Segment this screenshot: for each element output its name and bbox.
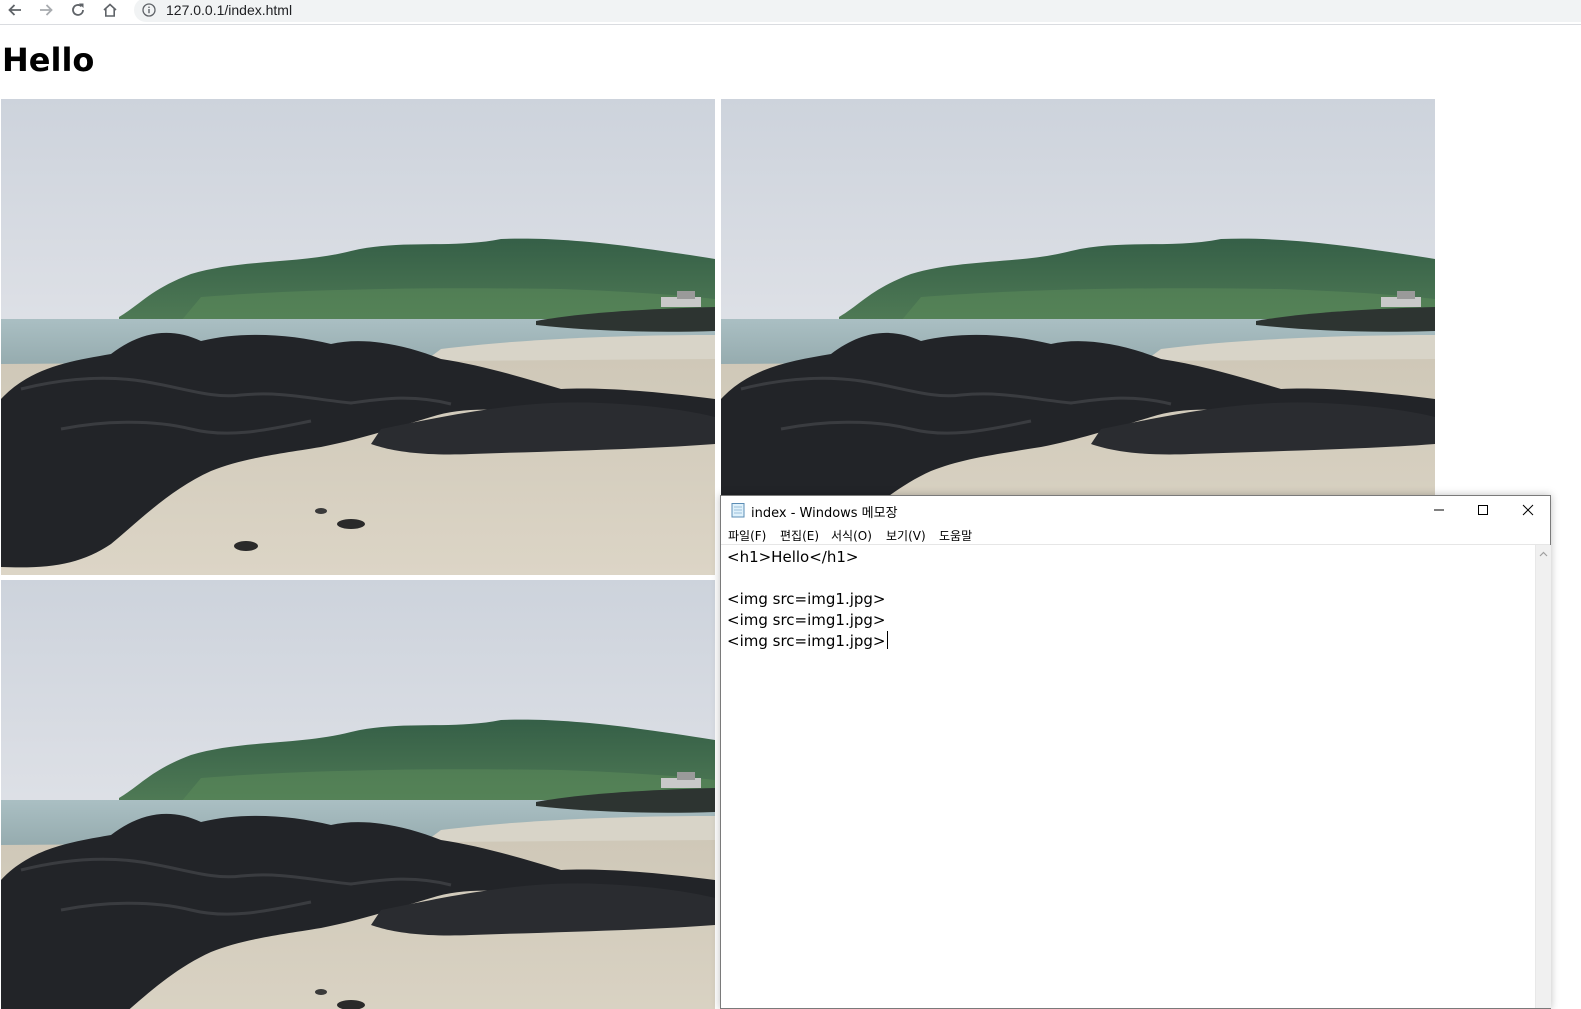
chevron-up-icon xyxy=(1539,551,1548,556)
reload-button[interactable] xyxy=(67,0,89,20)
notepad-window[interactable]: index - Windows 메모장 파일(F) 편집(E) 서식(O) 보기… xyxy=(720,495,1551,1009)
minimize-icon xyxy=(1434,509,1444,511)
menu-view[interactable]: 보기(V) xyxy=(886,527,926,544)
notepad-app-icon xyxy=(731,503,745,518)
address-bar[interactable]: 127.0.0.1/index.html xyxy=(134,0,1581,22)
menu-file[interactable]: 파일(F) xyxy=(728,527,766,544)
reload-icon xyxy=(72,3,84,16)
menu-help[interactable]: 도움말 xyxy=(939,527,972,544)
maximize-icon xyxy=(1478,505,1488,515)
page-heading: Hello xyxy=(2,41,95,79)
landscape-image-1 xyxy=(1,99,715,575)
notepad-titlebar[interactable]: index - Windows 메모장 xyxy=(721,496,1550,524)
back-button[interactable] xyxy=(4,0,26,20)
text-caret xyxy=(886,631,888,649)
info-icon[interactable] xyxy=(142,3,156,17)
notepad-text-area[interactable]: <h1>Hello</h1> <img src=img1.jpg> <img s… xyxy=(721,545,1535,1008)
editor-line-text: <img src=img1.jpg> xyxy=(727,632,886,650)
editor-line: <img src=img1.jpg> xyxy=(727,611,886,629)
editor-line: <h1>Hello</h1> xyxy=(727,548,859,566)
arrow-left-icon xyxy=(8,4,21,16)
maximize-button[interactable] xyxy=(1461,496,1505,524)
url-text: 127.0.0.1/index.html xyxy=(166,2,293,18)
vertical-scrollbar[interactable] xyxy=(1535,545,1551,1008)
arrow-right-icon xyxy=(40,4,53,16)
editor-line-last: <img src=img1.jpg> xyxy=(727,631,888,652)
forward-button[interactable] xyxy=(35,0,57,20)
close-icon xyxy=(1522,504,1534,516)
minimize-button[interactable] xyxy=(1417,496,1461,524)
home-icon xyxy=(103,3,117,17)
notepad-menubar: 파일(F) 편집(E) 서식(O) 보기(V) 도움말 xyxy=(721,524,1550,545)
notepad-title: index - Windows 메모장 xyxy=(751,506,898,521)
menu-format[interactable]: 서식(O) xyxy=(831,527,872,544)
editor-line: <img src=img1.jpg> xyxy=(727,590,886,608)
landscape-image-3 xyxy=(1,580,715,1009)
close-button[interactable] xyxy=(1506,496,1550,524)
scroll-up-button[interactable] xyxy=(1536,545,1551,562)
browser-toolbar: 127.0.0.1/index.html xyxy=(0,0,1581,25)
menu-edit[interactable]: 편집(E) xyxy=(780,527,819,544)
home-button[interactable] xyxy=(99,0,121,20)
